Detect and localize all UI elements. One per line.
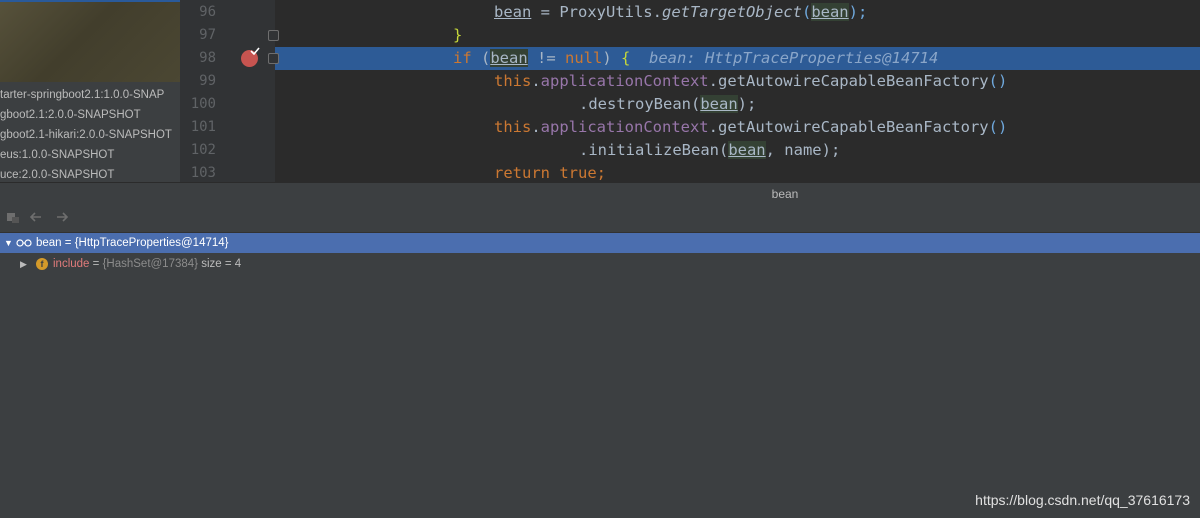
code-line-current[interactable]: 98 if (bean != null) { bean: HttpTracePr… <box>180 47 1200 70</box>
line-number: 103 <box>190 165 216 181</box>
forward-arrow-icon[interactable] <box>54 210 70 226</box>
dependency-item[interactable]: gboot2.1:2.0.0-SNAPSHOT <box>0 105 141 125</box>
line-number: 96 <box>199 4 216 20</box>
dependency-item[interactable]: uce:2.0.0-SNAPSHOT <box>0 165 114 182</box>
fold-marker-icon[interactable] <box>268 53 279 64</box>
line-number: 100 <box>190 96 216 112</box>
back-arrow-icon[interactable] <box>28 210 44 226</box>
fold-marker-icon[interactable] <box>268 30 279 41</box>
variable-row-selected[interactable]: ▼ bean = {HttpTraceProperties@14714} <box>0 233 1200 253</box>
line-number: 97 <box>199 27 216 43</box>
expand-arrow-icon[interactable]: ▶ <box>20 254 27 274</box>
code-editor[interactable]: 96 bean = ProxyUtils.getTargetObject(bea… <box>180 0 1200 182</box>
code-line[interactable]: 102 .initializeBean(bean, name); <box>180 139 1200 162</box>
watch-glasses-icon <box>16 239 32 247</box>
debugger-title: bean <box>771 187 799 201</box>
project-tree-background-image <box>0 0 180 82</box>
code-line[interactable]: 103 return true; <box>180 162 1200 182</box>
expand-arrow-icon[interactable]: ▼ <box>4 233 13 253</box>
code-text: return true; <box>494 164 606 182</box>
debugger-title-bar: bean <box>0 182 1200 205</box>
project-tree-top-border <box>0 0 180 2</box>
debugger-toolbar <box>0 205 1200 233</box>
variable-label: include = {HashSet@17384} size = 4 <box>53 258 242 270</box>
code-line[interactable]: 96 bean = ProxyUtils.getTargetObject(bea… <box>180 1 1200 24</box>
code-text: bean = ProxyUtils.getTargetObject(bean); <box>494 3 868 21</box>
dependency-item[interactable]: eus:1.0.0-SNAPSHOT <box>0 145 114 165</box>
line-number: 102 <box>190 142 216 158</box>
code-line[interactable]: 101 this.applicationContext.getAutowireC… <box>180 116 1200 139</box>
dependency-item[interactable]: gboot2.1-hikari:2.0.0-SNAPSHOT <box>0 125 172 145</box>
code-text: this.applicationContext.getAutowireCapab… <box>494 118 1008 136</box>
dependency-item[interactable]: tarter-springboot2.1:1.0.0-SNAP <box>0 85 164 105</box>
breakpoint-check-icon <box>250 47 260 55</box>
code-text: .initializeBean(bean, name); <box>579 141 841 159</box>
code-text: } <box>453 26 463 44</box>
project-tree-panel: tarter-springboot2.1:1.0.0-SNAP gboot2.1… <box>0 0 180 182</box>
code-text: .destroyBean(bean); <box>579 95 757 113</box>
line-number: 99 <box>199 73 216 89</box>
variable-label: bean = {HttpTraceProperties@14714} <box>36 237 229 249</box>
variable-row[interactable]: ▶ f include = {HashSet@17384} size = 4 <box>0 254 1200 274</box>
code-text: this.applicationContext.getAutowireCapab… <box>494 72 1008 90</box>
inline-debug-value: bean: HttpTraceProperties@14714 <box>630 49 939 67</box>
line-number: 98 <box>199 50 216 66</box>
code-line[interactable]: 99 this.applicationContext.getAutowireCa… <box>180 70 1200 93</box>
variables-tree[interactable]: ▼ bean = {HttpTraceProperties@14714} ▶ f… <box>0 233 1200 518</box>
restore-layout-icon[interactable] <box>5 210 21 226</box>
line-number: 101 <box>190 119 216 135</box>
code-line[interactable]: 97 } <box>180 24 1200 47</box>
code-line[interactable]: 100 .destroyBean(bean); <box>180 93 1200 116</box>
watermark: https://blog.csdn.net/qq_37616173 <box>975 492 1190 508</box>
field-icon: f <box>36 258 48 270</box>
code-text: if (bean != null) { bean: HttpTracePrope… <box>453 49 939 67</box>
